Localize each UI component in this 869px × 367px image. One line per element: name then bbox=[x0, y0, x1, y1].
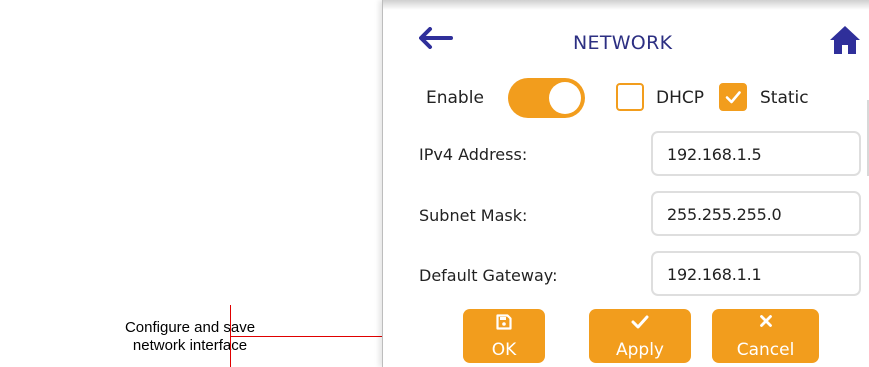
floppy-disk-icon bbox=[496, 314, 512, 330]
subnet-mask-label: Subnet Mask: bbox=[419, 206, 528, 225]
network-panel: NETWORK Enable DHCP Static IPv4 Address:… bbox=[382, 0, 869, 367]
dhcp-label: DHCP bbox=[656, 88, 704, 108]
subnet-mask-field[interactable]: 255.255.255.0 bbox=[651, 191, 861, 236]
dhcp-checkbox[interactable] bbox=[616, 83, 644, 111]
toggle-knob bbox=[549, 82, 581, 114]
stage: Configure and save network interface NET… bbox=[0, 0, 869, 367]
default-gateway-value: 192.168.1.1 bbox=[667, 265, 762, 284]
panel-top-shade bbox=[383, 0, 869, 10]
apply-button[interactable]: Apply bbox=[589, 309, 691, 363]
cancel-button[interactable]: Cancel bbox=[712, 309, 819, 363]
enable-label: Enable bbox=[426, 88, 484, 108]
apply-button-label: Apply bbox=[616, 340, 664, 360]
checkmark-icon bbox=[725, 91, 741, 104]
x-mark-icon bbox=[759, 315, 772, 327]
ipv4-address-label: IPv4 Address: bbox=[419, 145, 528, 164]
arrow-left-icon[interactable] bbox=[419, 27, 453, 49]
ipv4-address-field[interactable]: 192.168.1.5 bbox=[651, 131, 861, 176]
cancel-button-label: Cancel bbox=[736, 340, 795, 360]
checkmark-icon bbox=[631, 315, 649, 329]
ipv4-address-value: 192.168.1.5 bbox=[667, 145, 762, 164]
default-gateway-field[interactable]: 192.168.1.1 bbox=[651, 251, 861, 296]
enable-toggle[interactable] bbox=[508, 78, 585, 118]
static-checkbox[interactable] bbox=[719, 83, 747, 111]
page-title: NETWORK bbox=[573, 32, 673, 54]
ok-button-label: OK bbox=[491, 340, 517, 360]
home-icon[interactable] bbox=[828, 24, 862, 56]
static-label: Static bbox=[760, 88, 809, 108]
ok-button[interactable]: OK bbox=[463, 309, 545, 363]
default-gateway-label: Default Gateway: bbox=[419, 266, 558, 285]
callout-line-1: Configure and save bbox=[124, 319, 256, 336]
subnet-mask-value: 255.255.255.0 bbox=[667, 205, 782, 224]
